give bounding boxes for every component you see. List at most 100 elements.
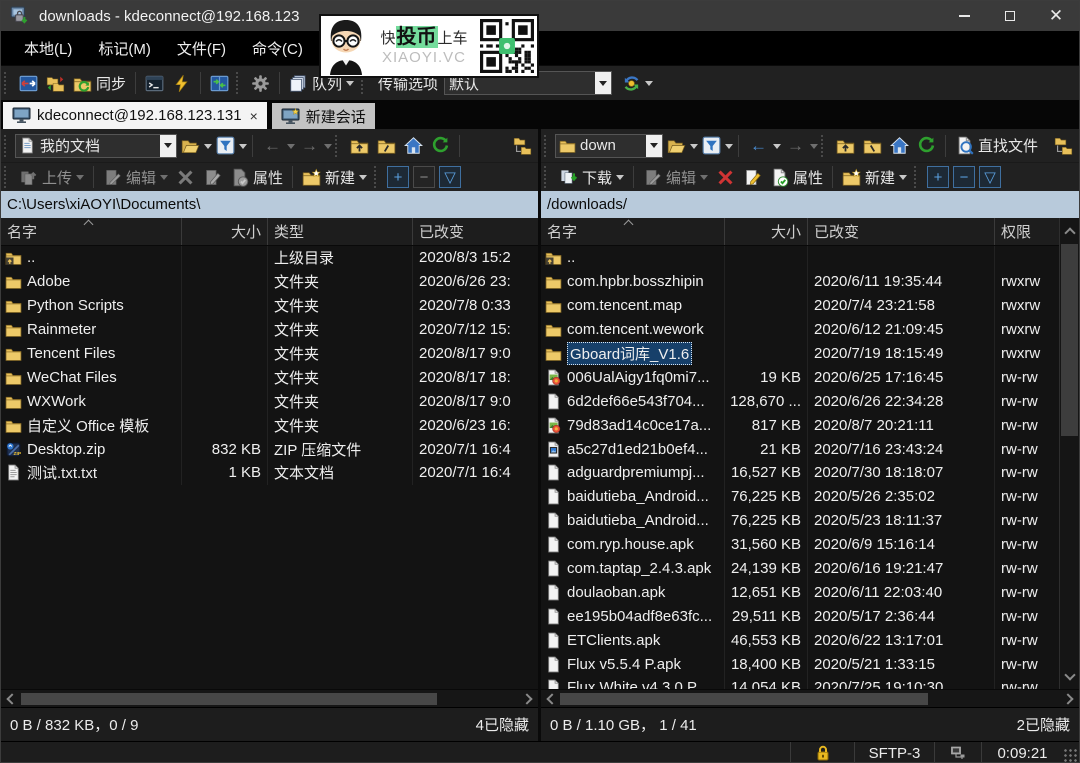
remote-back-button[interactable]: ←: [744, 135, 773, 156]
remote-root-dir-button[interactable]: [859, 134, 886, 157]
toolbar-grip[interactable]: [335, 135, 342, 157]
file-row[interactable]: ZIPDesktop.zip832 KBZIP 压缩文件2020/7/1 16:…: [1, 437, 538, 461]
scrollbar-thumb[interactable]: [560, 693, 928, 705]
file-row[interactable]: 006UalAigy1fq0mi7...19 KB2020/6/25 17:16…: [541, 365, 1059, 389]
file-row[interactable]: doulaoban.apk12,651 KB2020/6/11 22:03:40…: [541, 580, 1059, 604]
local-forward-caret[interactable]: [324, 144, 332, 153]
remote-forward-button[interactable]: →: [781, 135, 810, 156]
remote-path-bar[interactable]: /downloads/: [541, 191, 1079, 218]
local-unselect-button[interactable]: −: [413, 166, 435, 188]
remote-vertical-scrollbar[interactable]: [1059, 218, 1079, 689]
remote-properties-button[interactable]: 属性: [766, 165, 827, 190]
file-row[interactable]: Gboard词库_V1.62020/7/19 18:15:49rwxrw: [541, 342, 1059, 366]
local-parent-dir-button[interactable]: [346, 134, 373, 157]
local-horizontal-scrollbar[interactable]: [1, 689, 538, 707]
tab-close-icon[interactable]: ×: [250, 108, 258, 124]
local-filter-caret[interactable]: [239, 144, 247, 153]
local-delete-button[interactable]: [172, 166, 199, 189]
file-row[interactable]: Flux v5.5.4 P.apk18,400 KB2020/5/21 1:33…: [541, 652, 1059, 676]
local-rename-button[interactable]: [199, 166, 226, 189]
close-button[interactable]: ✕: [1033, 1, 1079, 31]
local-open-dir-caret[interactable]: [204, 144, 212, 153]
find-files-button[interactable]: 直找文件: [951, 133, 1042, 158]
remote-rename-button[interactable]: [739, 166, 766, 189]
file-row[interactable]: WeChat Files文件夹2020/8/17 18:: [1, 365, 538, 389]
toolbar-grip[interactable]: [4, 135, 11, 157]
local-edit-button[interactable]: 编辑: [99, 165, 172, 190]
menu-item-0[interactable]: 本地(L): [11, 31, 85, 65]
session-tab-1[interactable]: 新建会话: [272, 103, 375, 129]
column-header-changed[interactable]: 已改变: [413, 218, 538, 245]
encryption-indicator[interactable]: [790, 742, 854, 763]
file-row[interactable]: Rainmeter文件夹2020/7/12 15:: [1, 318, 538, 342]
remote-location-caret[interactable]: [646, 135, 662, 157]
menu-item-3[interactable]: 命令(C): [239, 31, 316, 65]
upload-button[interactable]: 上传: [15, 165, 88, 190]
scroll-right-arrow[interactable]: [520, 690, 538, 708]
scroll-right-arrow[interactable]: [1061, 690, 1079, 708]
file-row[interactable]: Python Scripts文件夹2020/7/8 0:33: [1, 294, 538, 318]
local-location-caret[interactable]: [160, 135, 176, 157]
local-new-button[interactable]: 新建: [298, 165, 371, 190]
transfer-preset-caret[interactable]: [595, 72, 611, 94]
column-header-perm[interactable]: 权限: [995, 218, 1059, 245]
file-row[interactable]: 测试.txt.txt1 KB文本文档2020/7/1 16:4: [1, 461, 538, 485]
menu-item-1[interactable]: 标记(M): [85, 31, 164, 65]
protocol-indicator[interactable]: SFTP-3: [854, 742, 934, 763]
column-header-name[interactable]: 名字: [541, 218, 725, 245]
session-tab-0[interactable]: kdeconnect@192.168.123.131×: [3, 102, 267, 129]
local-home-dir-button[interactable]: [400, 134, 427, 157]
synchronize-button[interactable]: [42, 72, 69, 95]
file-row[interactable]: com.tencent.map2020/7/4 23:21:58rwxrw: [541, 294, 1059, 318]
remote-back-caret[interactable]: [773, 144, 781, 153]
file-row[interactable]: baidutieba_Android...76,225 KB2020/5/26 …: [541, 485, 1059, 509]
toolbar-grip[interactable]: [544, 135, 551, 157]
file-row[interactable]: WXWork文件夹2020/8/17 9:0: [1, 389, 538, 413]
column-header-name[interactable]: 名字: [1, 218, 182, 245]
local-back-button[interactable]: ←: [258, 135, 287, 156]
remote-horizontal-scrollbar[interactable]: [541, 689, 1079, 707]
file-row[interactable]: Flux White v4.3.0 P...14,054 KB2020/7/25…: [541, 676, 1059, 689]
file-row[interactable]: adguardpremiumpj...16,527 KB2020/7/30 18…: [541, 461, 1059, 485]
scrollbar-thumb[interactable]: [1061, 244, 1078, 436]
file-row[interactable]: com.ryp.house.apk31,560 KB2020/6/9 15:16…: [541, 533, 1059, 557]
remote-open-dir-button[interactable]: [663, 134, 690, 157]
file-row[interactable]: com.taptap_2.4.3.apk24,139 KB2020/6/16 1…: [541, 557, 1059, 581]
remote-home-dir-button[interactable]: [886, 134, 913, 157]
remote-open-dir-caret[interactable]: [690, 144, 698, 153]
remote-location-combo[interactable]: down: [555, 134, 663, 158]
resize-grip[interactable]: [1063, 748, 1077, 762]
file-row[interactable]: 自定义 Office 模板文件夹2020/6/23 16:: [1, 413, 538, 437]
transfer-settings-button[interactable]: [618, 72, 657, 95]
remote-unselect-button[interactable]: −: [953, 166, 975, 188]
remote-filter-button[interactable]: [698, 134, 725, 157]
remote-refresh-button[interactable]: [913, 134, 940, 157]
column-header-type[interactable]: 类型: [268, 218, 413, 245]
connection-indicator[interactable]: [934, 742, 981, 763]
local-invert-selection-button[interactable]: ▽: [439, 166, 461, 188]
remote-edit-button[interactable]: 编辑: [639, 165, 712, 190]
download-button[interactable]: 下载: [555, 165, 628, 190]
toolbar-grip[interactable]: [914, 166, 921, 188]
scrollbar-thumb[interactable]: [21, 693, 437, 705]
local-location-combo[interactable]: 我的文档: [15, 134, 177, 158]
scroll-up-arrow[interactable]: [1060, 218, 1079, 244]
session-duration[interactable]: 0:09:21: [981, 742, 1063, 763]
toolbar-grip[interactable]: [821, 135, 828, 157]
remote-filter-caret[interactable]: [725, 144, 733, 153]
toolbar-grip[interactable]: [4, 166, 11, 188]
toolbar-grip[interactable]: [236, 72, 243, 94]
file-row[interactable]: baidutieba_Android...76,225 KB2020/5/23 …: [541, 509, 1059, 533]
column-header-size[interactable]: 大小: [725, 218, 808, 245]
file-row[interactable]: Tencent Files文件夹2020/8/17 9:0: [1, 342, 538, 366]
maximize-button[interactable]: [987, 1, 1033, 31]
remote-forward-caret[interactable]: [810, 144, 818, 153]
file-row[interactable]: 6d2def66e543f704...128,670 ...2020/6/26 …: [541, 389, 1059, 413]
local-refresh-button[interactable]: [427, 134, 454, 157]
scroll-left-arrow[interactable]: [541, 690, 559, 708]
remote-select-button[interactable]: +: [927, 166, 949, 188]
local-open-dir-button[interactable]: [177, 134, 204, 157]
file-row[interactable]: ee195b04adf8e63fc...29,511 KB2020/5/17 2…: [541, 604, 1059, 628]
toolbar-grip[interactable]: [544, 166, 551, 188]
file-row[interactable]: com.hpbr.bosszhipin2020/6/11 19:35:44rwx…: [541, 270, 1059, 294]
